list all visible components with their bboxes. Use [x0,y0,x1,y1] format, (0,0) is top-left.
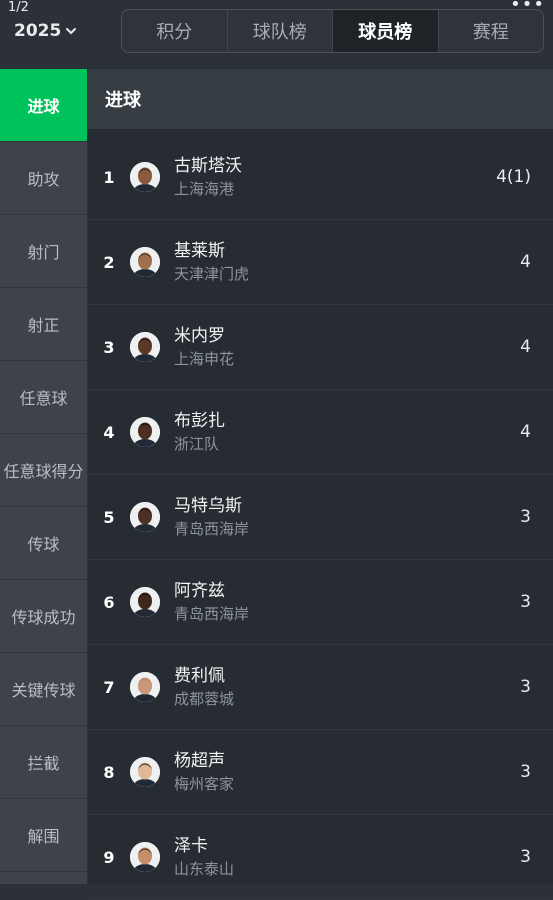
player-team: 梅州客家 [174,775,235,793]
stat-category-sidebar: 进球 助攻 射门 射正 任意球 任意球得分 传球 传球成功 关键传球 拦截 解围 [0,69,87,884]
player-rank: 6 [103,592,115,612]
player-team: 浙江队 [174,435,220,453]
player-name: 古斯塔沃 [174,156,242,176]
player-avatar [130,417,160,447]
tab-team-rankings[interactable]: 球队榜 [228,10,333,52]
player-team: 青岛西海岸 [174,605,250,623]
player-goals: 4 [520,337,531,357]
player-name: 马特乌斯 [174,496,242,516]
player-rank: 8 [103,762,115,782]
sidebar-item-key-passes[interactable]: 关键传球 [0,653,87,726]
table-row[interactable]: 9 泽卡山东泰山 3 [88,815,553,900]
player-list: 1 古斯塔沃 上海海港 4(1) 2 基莱斯 天津津门虎 4 3 米内罗 上海申花 4 4 布彭扎 浙江队 4… [88,135,553,900]
table-row[interactable]: 1 古斯塔沃上海海港 4(1) [88,135,553,220]
table-row[interactable]: 4 布彭扎浙江队 4 [88,390,553,475]
chevron-down-icon [65,25,77,37]
player-rank: 9 [103,847,115,867]
player-name: 基莱斯 [174,241,225,261]
player-goals: 3 [520,507,531,527]
player-name: 阿齐兹 [174,581,225,601]
player-rank: 4 [103,422,115,442]
player-avatar [130,162,160,192]
sidebar-item-free-kick-goals[interactable]: 任意球得分 [0,434,87,507]
table-row[interactable]: 2 基莱斯天津津门虎 4 [88,220,553,305]
table-row[interactable]: 5 马特乌斯青岛西海岸 3 [88,475,553,560]
player-goals: 3 [520,847,531,867]
sidebar-item-interceptions[interactable]: 拦截 [0,726,87,799]
table-row[interactable]: 6 阿齐兹青岛西海岸 3 [88,560,553,645]
season-selector[interactable]: 2025 [14,20,77,42]
player-avatar [130,247,160,277]
section-title: 进球 [88,69,553,129]
player-rank: 5 [103,507,115,527]
player-team: 青岛西海岸 [174,520,250,538]
player-rank: 7 [103,677,115,697]
sidebar-item-shots[interactable]: 射门 [0,215,87,288]
player-rank: 2 [103,252,115,272]
player-avatar [130,757,160,787]
player-goals: 4 [520,422,531,442]
sidebar-item-goals[interactable]: 进球 [0,69,87,142]
player-rank: 3 [103,337,115,357]
player-team: 上海申花 [174,350,235,368]
season-year: 2025 [14,21,62,41]
player-team: 天津津门虎 [174,265,250,283]
player-name: 布彭扎 [174,411,225,431]
player-goals: 3 [520,677,531,697]
tab-standings[interactable]: 积分 [122,10,228,52]
player-avatar [130,502,160,532]
tab-player-rankings[interactable]: 球员榜 [333,10,439,52]
page-indicator: 1/2 [8,0,29,15]
sidebar-item-assists[interactable]: 助攻 [0,142,87,215]
table-row[interactable]: 8 杨超声梅州客家 3 [88,730,553,815]
sidebar-item-clearances[interactable]: 解围 [0,799,87,872]
player-goals: 4(1) [496,167,531,187]
player-team: 山东泰山 [174,860,235,878]
player-goals: 4 [520,252,531,272]
rankings-panel: 进球 1 古斯塔沃上海海港 4(1) 2 基莱斯天津津门虎 4 3 米内罗上海申花 4 4 布彭扎浙… [88,69,553,900]
table-row[interactable]: 3 米内罗上海申花 4 [88,305,553,390]
player-name: 泽卡 [174,836,208,856]
table-row[interactable]: 7 费利佩成都蓉城 3 [88,645,553,730]
player-team: 上海海港 [174,180,235,198]
player-avatar [130,842,160,872]
sidebar-item-free-kicks[interactable]: 任意球 [0,361,87,434]
player-avatar [130,672,160,702]
player-rank: 1 [103,167,115,187]
tab-schedule[interactable]: 赛程 [439,10,544,52]
player-avatar [130,587,160,617]
player-name: 费利佩 [174,666,225,686]
sidebar-item-passes[interactable]: 传球 [0,507,87,580]
sidebar-item-shots-on-target[interactable]: 射正 [0,288,87,361]
player-name: 杨超声 [174,751,225,771]
player-goals: 3 [520,762,531,782]
player-avatar [130,332,160,362]
top-tabs: 积分 球队榜 球员榜 赛程 [121,9,544,53]
sidebar-item-successful-passes[interactable]: 传球成功 [0,580,87,653]
player-name: 米内罗 [174,326,225,346]
player-team: 成都蓉城 [174,690,235,708]
player-goals: 3 [520,592,531,612]
